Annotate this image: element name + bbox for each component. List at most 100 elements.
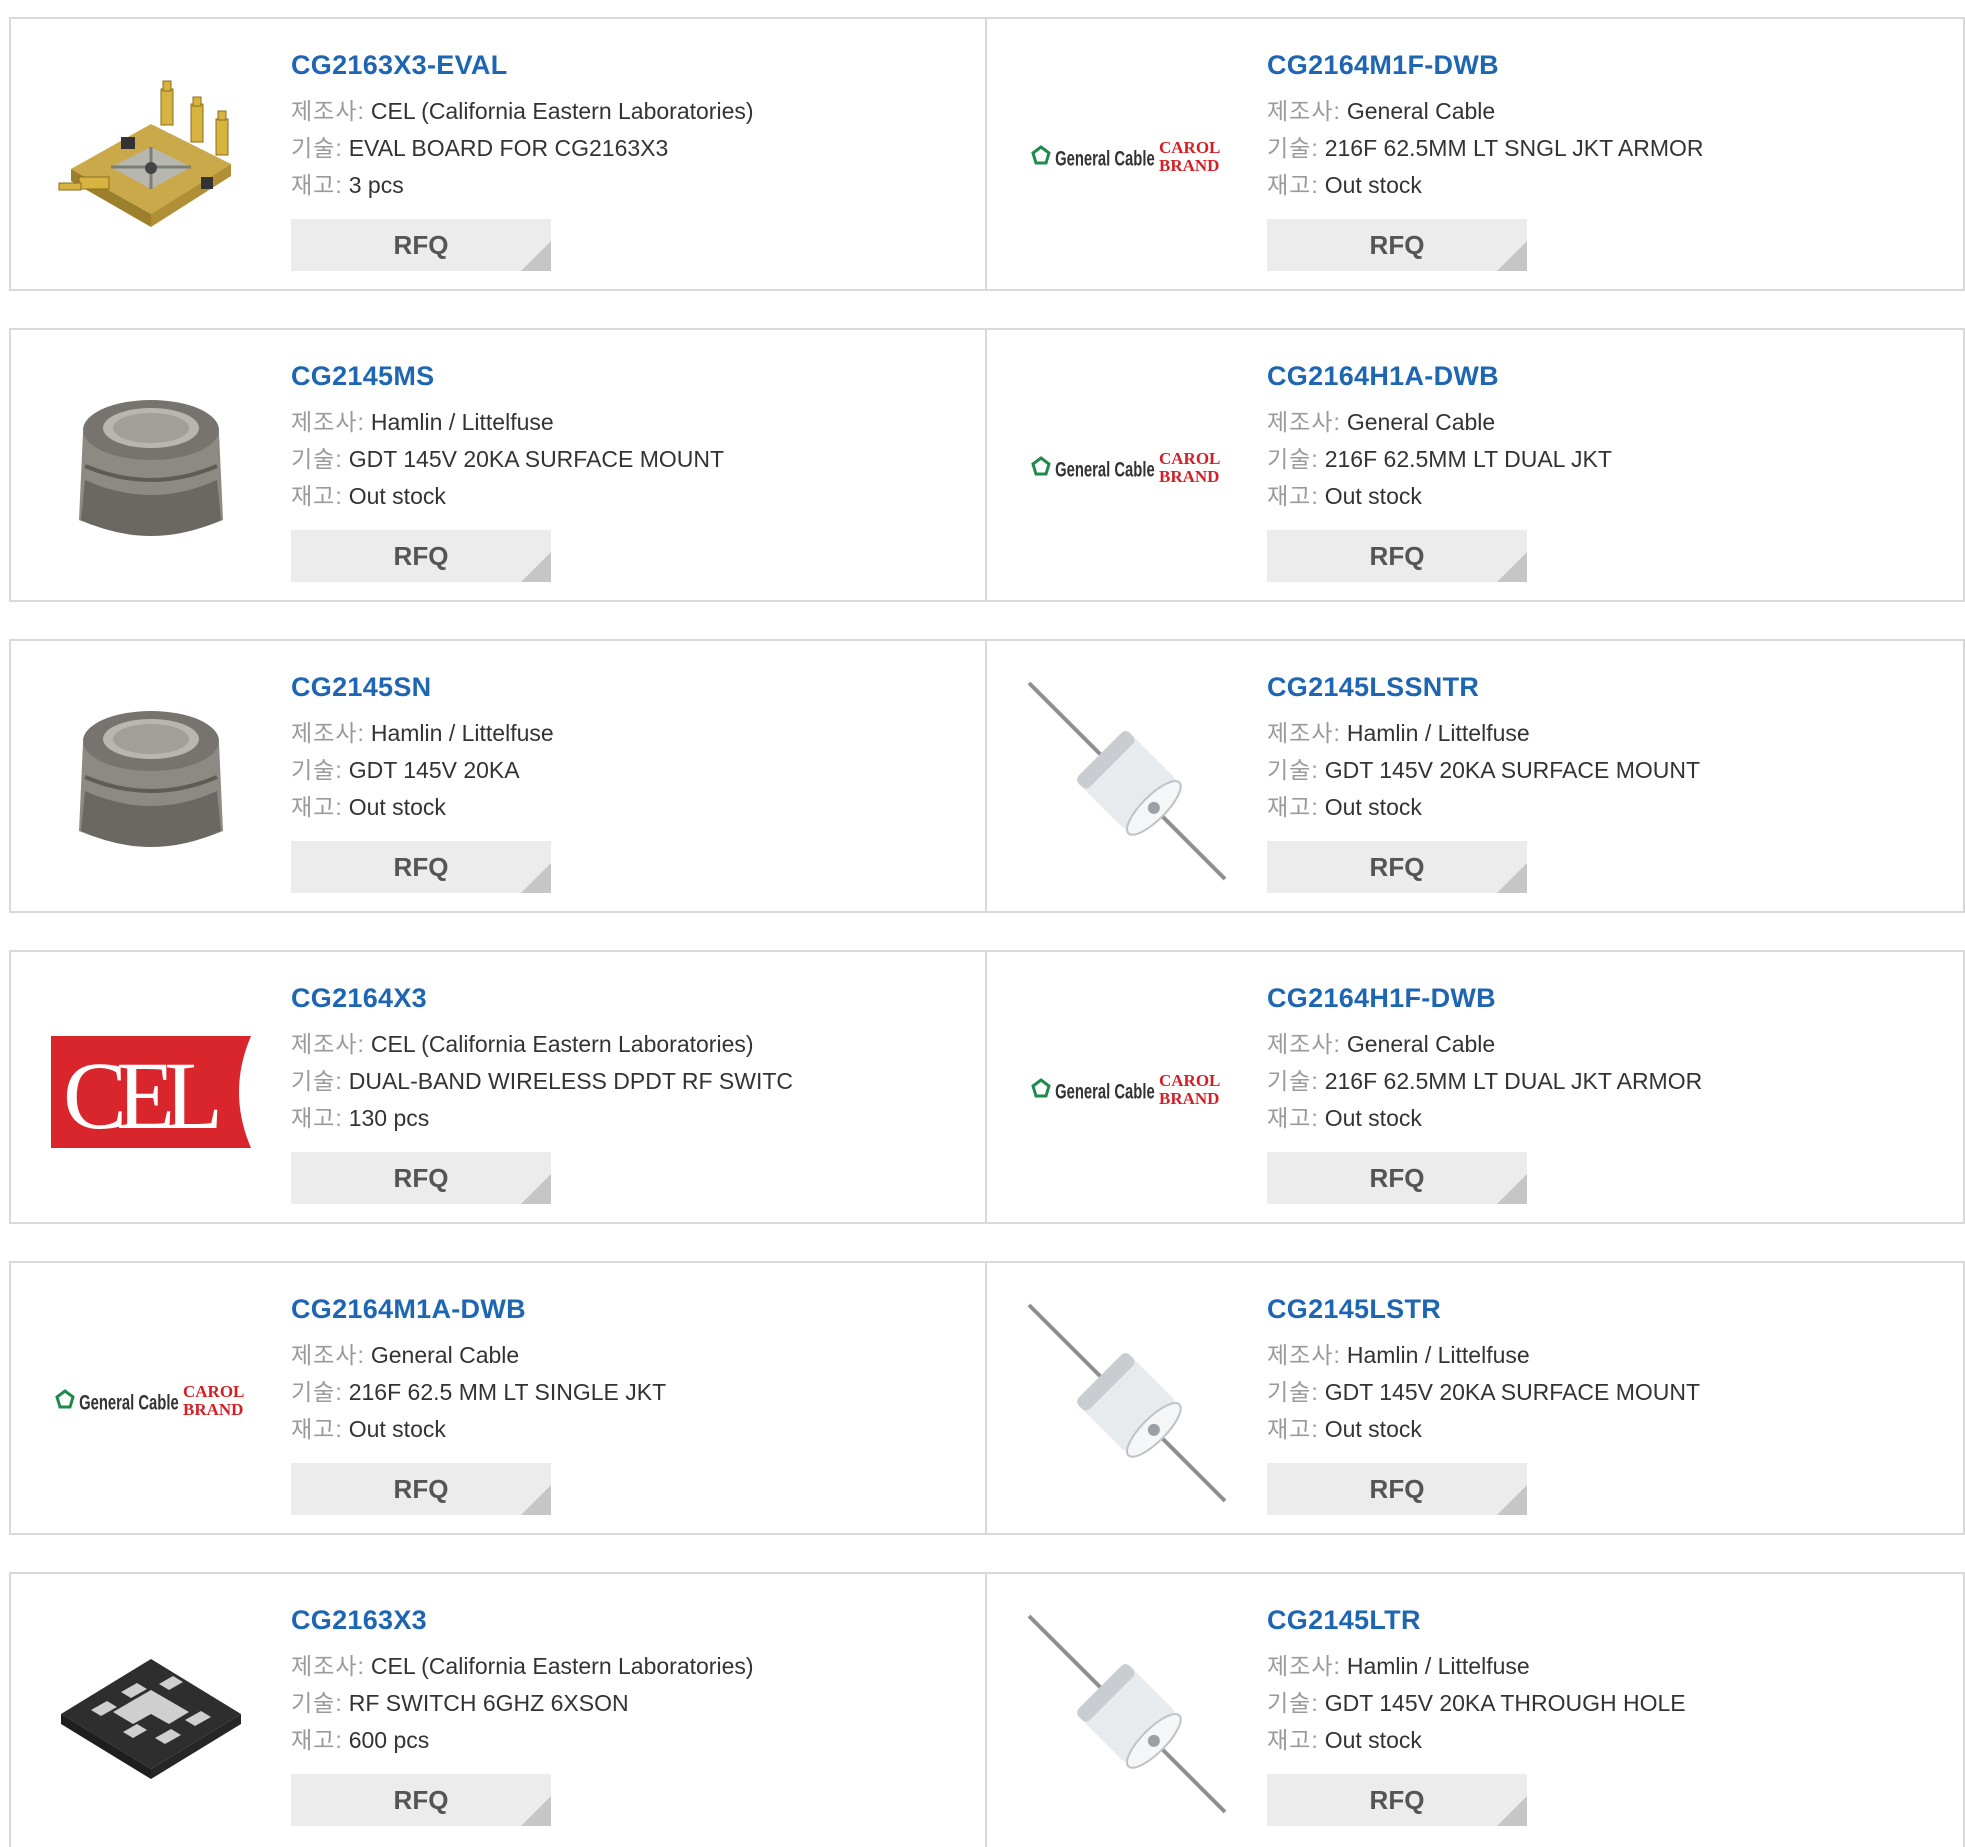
description-value: GDT 145V 20KA SURFACE MOUNT <box>348 446 725 472</box>
general-cable-logo: General Cable CAROL BRAND <box>1031 449 1220 486</box>
product-image[interactable] <box>1027 681 1227 881</box>
product-card: CG2163X3-EVAL 제조사: CEL (California Easter… <box>9 17 987 291</box>
stock-label: 재고: <box>291 1416 343 1442</box>
product-image[interactable]: General Cable CAROL BRAND <box>1027 59 1227 259</box>
product-image[interactable]: General Cable CAROL BRAND <box>1027 992 1227 1192</box>
product-image[interactable] <box>1027 1614 1227 1814</box>
part-number-link[interactable]: CG2164H1F-DWB <box>1267 980 1702 1016</box>
rfq-button[interactable]: RFQ <box>1267 841 1527 893</box>
stock-value: Out stock <box>1324 1416 1422 1442</box>
rfq-button[interactable]: RFQ <box>1267 1774 1527 1826</box>
product-image[interactable] <box>51 681 251 881</box>
manufacturer-value: Hamlin / Littelfuse <box>1346 1653 1530 1679</box>
rfq-label: RFQ <box>393 1473 449 1504</box>
gdt-smd-image <box>79 711 223 847</box>
rfq-label: RFQ <box>393 540 449 571</box>
stock-value: Out stock <box>1324 1727 1422 1753</box>
rfq-label: RFQ <box>393 229 449 260</box>
description-label: 기술: <box>1267 1690 1319 1716</box>
gdt-leaded-image <box>1027 1614 1227 1814</box>
stock-value: 130 pcs <box>348 1105 430 1131</box>
manufacturer-value: CEL (California Eastern Laboratories) <box>370 1031 754 1057</box>
rfq-button[interactable]: RFQ <box>291 530 551 582</box>
product-image[interactable]: General Cable CAROL BRAND <box>51 1303 251 1503</box>
gdt-leaded-image <box>1027 1303 1227 1503</box>
rfq-button[interactable]: RFQ <box>1267 530 1527 582</box>
general-cable-logo: General Cable CAROL BRAND <box>1031 138 1220 175</box>
description-label: 기술: <box>291 135 343 161</box>
part-number-link[interactable]: CG2164M1A-DWB <box>291 1291 666 1327</box>
corner-triangle <box>521 1485 551 1515</box>
manufacturer-label: 제조사: <box>291 1653 365 1679</box>
stock-label: 재고: <box>1267 1105 1319 1131</box>
manufacturer-label: 제조사: <box>1267 409 1341 435</box>
part-number-link[interactable]: CG2145LTR <box>1267 1602 1686 1638</box>
rfq-label: RFQ <box>1369 851 1425 882</box>
corner-triangle <box>1497 241 1527 271</box>
rfq-label: RFQ <box>1369 540 1425 571</box>
rfq-button[interactable]: RFQ <box>1267 1152 1527 1204</box>
rfq-button[interactable]: RFQ <box>291 841 551 893</box>
stock-label: 재고: <box>1267 794 1319 820</box>
product-card: CG2163X3 제조사: CEL (California Eastern Lab… <box>9 1572 987 1847</box>
stock-label: 재고: <box>291 794 343 820</box>
svg-text:CAROL: CAROL <box>1159 1071 1220 1090</box>
stock-value: 3 pcs <box>348 172 404 198</box>
svg-text:BRAND: BRAND <box>1159 156 1219 175</box>
corner-triangle <box>521 552 551 582</box>
corner-triangle <box>1497 552 1527 582</box>
description-value: 216F 62.5MM LT DUAL JKT ARMOR <box>1324 1068 1703 1094</box>
manufacturer-label: 제조사: <box>1267 98 1341 124</box>
stock-label: 재고: <box>291 483 343 509</box>
corner-triangle <box>521 1174 551 1204</box>
stock-value: Out stock <box>1324 1105 1422 1131</box>
rfq-button[interactable]: RFQ <box>1267 1463 1527 1515</box>
part-number-link[interactable]: CG2145LSTR <box>1267 1291 1700 1327</box>
svg-text:General Cable: General Cable <box>1055 147 1155 170</box>
description-label: 기술: <box>1267 446 1319 472</box>
description-label: 기술: <box>291 757 343 783</box>
part-number-link[interactable]: CG2164H1A-DWB <box>1267 358 1612 394</box>
description-value: RF SWITCH 6GHZ 6XSON <box>348 1690 629 1716</box>
manufacturer-value: CEL (California Eastern Laboratories) <box>370 1653 754 1679</box>
manufacturer-label: 제조사: <box>1267 1342 1341 1368</box>
rfq-button[interactable]: RFQ <box>291 1152 551 1204</box>
manufacturer-label: 제조사: <box>291 98 365 124</box>
stock-value: Out stock <box>348 483 446 509</box>
description-label: 기술: <box>1267 757 1319 783</box>
rfq-button[interactable]: RFQ <box>291 219 551 271</box>
product-image[interactable] <box>51 59 251 259</box>
rfq-label: RFQ <box>1369 229 1425 260</box>
product-image[interactable]: CEL <box>51 992 251 1192</box>
description-label: 기술: <box>1267 135 1319 161</box>
part-number-link[interactable]: CG2145LSSNTR <box>1267 669 1700 705</box>
manufacturer-value: Hamlin / Littelfuse <box>370 409 554 435</box>
rfq-button[interactable]: RFQ <box>1267 219 1527 271</box>
rfq-label: RFQ <box>393 1162 449 1193</box>
part-number-link[interactable]: CG2163X3 <box>291 1602 754 1638</box>
part-number-link[interactable]: CG2145MS <box>291 358 724 394</box>
description-value: GDT 145V 20KA SURFACE MOUNT <box>1324 1379 1701 1405</box>
manufacturer-label: 제조사: <box>1267 720 1341 746</box>
stock-label: 재고: <box>1267 483 1319 509</box>
product-image[interactable] <box>51 1614 251 1814</box>
product-image[interactable] <box>1027 1303 1227 1503</box>
gdt-smd-image <box>79 400 223 536</box>
rfq-button[interactable]: RFQ <box>291 1774 551 1826</box>
part-number-link[interactable]: CG2163X3-EVAL <box>291 47 754 83</box>
part-number-link[interactable]: CG2164X3 <box>291 980 793 1016</box>
stock-value: Out stock <box>348 1416 446 1442</box>
stock-label: 재고: <box>291 1105 343 1131</box>
manufacturer-value: General Cable <box>1346 409 1496 435</box>
part-number-link[interactable]: CG2145SN <box>291 669 554 705</box>
rfq-button[interactable]: RFQ <box>291 1463 551 1515</box>
manufacturer-value: Hamlin / Littelfuse <box>370 720 554 746</box>
stock-value: Out stock <box>1324 483 1422 509</box>
description-value: 216F 62.5 MM LT SINGLE JKT <box>348 1379 667 1405</box>
product-image[interactable]: General Cable CAROL BRAND <box>1027 370 1227 570</box>
part-number-link[interactable]: CG2164M1F-DWB <box>1267 47 1704 83</box>
manufacturer-value: CEL (California Eastern Laboratories) <box>370 98 754 124</box>
description-value: 216F 62.5MM LT DUAL JKT <box>1324 446 1612 472</box>
manufacturer-label: 제조사: <box>1267 1031 1341 1057</box>
product-image[interactable] <box>51 370 251 570</box>
